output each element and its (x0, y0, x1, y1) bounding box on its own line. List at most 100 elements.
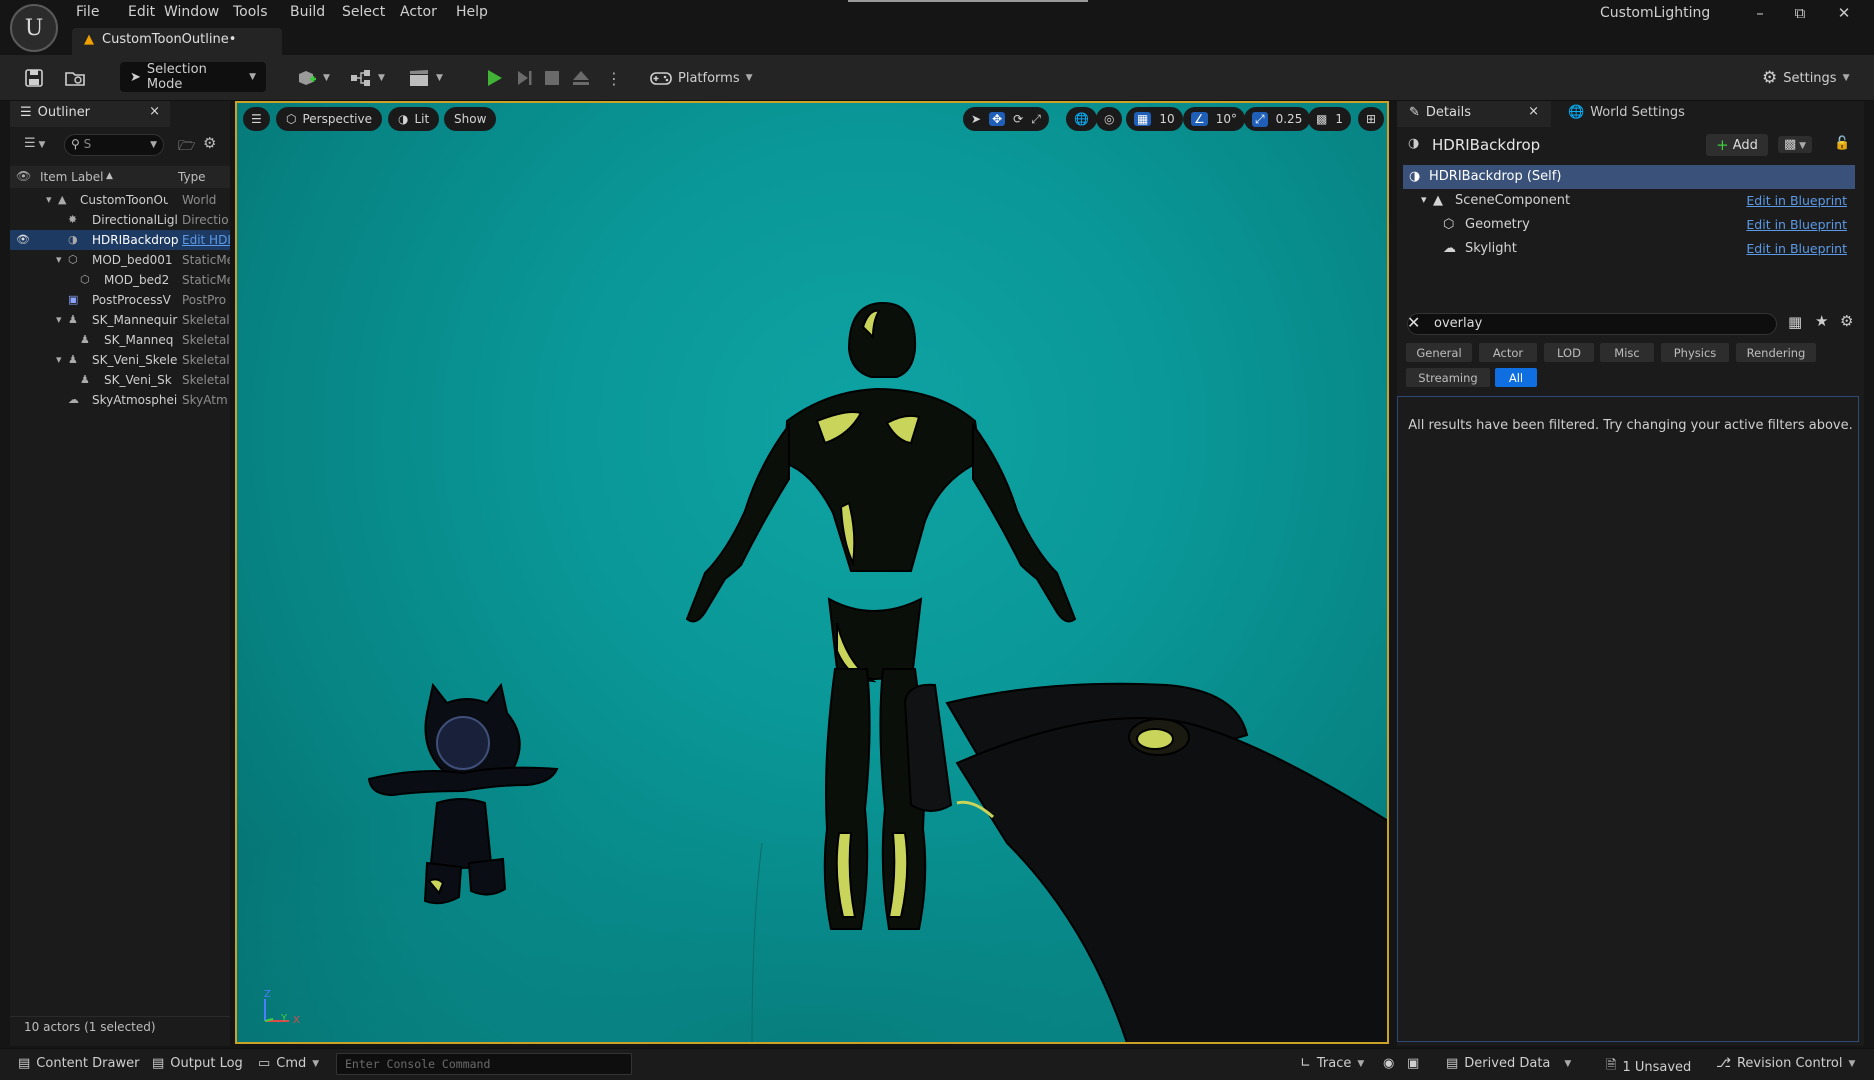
record-icon[interactable]: ◉ (1383, 1056, 1394, 1071)
cmd-dropdown[interactable]: ▭ Cmd ▼ (258, 1056, 319, 1071)
menu-build[interactable]: Build (282, 2, 333, 22)
unreal-logo-icon[interactable]: U (10, 4, 58, 52)
outliner-settings-icon[interactable]: ⚙ (203, 134, 216, 152)
camera-speed-control[interactable]: ▩ 1 (1308, 107, 1351, 131)
visibility-icon[interactable]: 👁 (16, 233, 30, 246)
selection-mode-dropdown[interactable]: ➤ Selection Mode ▼ (120, 62, 266, 92)
menu-window[interactable]: Window (156, 2, 227, 22)
menu-select[interactable]: Select (334, 2, 393, 22)
close-icon[interactable]: × (149, 104, 160, 119)
outliner-row[interactable]: ♟ SK_Manneq Skeletal (10, 330, 230, 350)
table-view-icon[interactable]: ▦ (1788, 313, 1802, 331)
component-row[interactable]: ▾ ▲ SceneComponent Edit in Blueprint (1403, 189, 1855, 213)
add-component-button[interactable]: + Add (1706, 134, 1768, 156)
details-settings-icon[interactable]: ⚙ (1840, 312, 1853, 330)
outliner-tab[interactable]: ☰ Outliner × (10, 101, 170, 127)
world-local-toggle[interactable]: 🌐 (1066, 107, 1097, 131)
blueprints-icon[interactable]: ▼ (350, 64, 385, 92)
document-tab[interactable]: ▲ CustomToonOutline• (72, 28, 282, 55)
trace-dropdown[interactable]: ∟ Trace ▼ (1300, 1056, 1364, 1071)
outliner-row-label: MOD_bed2 (104, 273, 170, 287)
derived-data-dropdown[interactable]: ▤ Derived Data ▼ (1446, 1056, 1571, 1071)
blueprint-options-button[interactable]: ▩ ▼ (1778, 136, 1813, 153)
filter-chip-lod[interactable]: LOD (1544, 343, 1594, 362)
filter-chip-all[interactable]: All (1495, 368, 1537, 387)
edit-in-blueprint-link[interactable]: Edit in Blueprint (1746, 193, 1847, 208)
outliner-search-input[interactable]: ⚲ S ▼ (64, 134, 164, 156)
select-tool-icon[interactable]: ➤ (971, 112, 981, 126)
outliner-row[interactable]: ✸ DirectionalLigl Directio (10, 210, 230, 230)
menu-tools[interactable]: Tools (225, 2, 276, 22)
filter-chip-streaming[interactable]: Streaming (1406, 368, 1490, 387)
scale-tool-icon[interactable]: ⤢ (1031, 112, 1041, 127)
viewport-layout-button[interactable]: ⊞ (1358, 107, 1385, 131)
outliner-row-selected[interactable]: 👁 ◑ HDRIBackdrop Edit HDI (10, 230, 230, 250)
outliner-row[interactable]: ▾ ♟ SK_Mannequir Skeletal (10, 310, 230, 330)
edit-in-blueprint-link[interactable]: Edit in Blueprint (1746, 241, 1847, 256)
add-folder-icon[interactable]: 🗁 (178, 135, 195, 159)
menu-file[interactable]: File (68, 2, 107, 22)
platforms-dropdown[interactable]: Platforms ▼ (650, 64, 753, 92)
clear-search-icon[interactable]: ✕ (1407, 313, 1420, 332)
outliner-row[interactable]: ▾ ▲ CustomToonOut World (10, 190, 230, 210)
close-window-button[interactable]: ✕ (1825, 0, 1863, 26)
menu-help[interactable]: Help (448, 2, 496, 22)
play-options-icon[interactable]: ⋮ (606, 64, 622, 92)
world-settings-tab[interactable]: 🌐 World Settings (1560, 101, 1700, 127)
component-row[interactable]: ☁ Skylight Edit in Blueprint (1403, 237, 1855, 261)
visibility-icon[interactable]: 👁 (16, 169, 31, 183)
grid-snap-control[interactable]: ▦ 10 (1126, 107, 1183, 131)
surface-snap-toggle[interactable]: ◎ (1096, 107, 1123, 131)
unsaved-button[interactable]: 🗎 1 Unsaved (1606, 1056, 1691, 1078)
filter-chip-misc[interactable]: Misc (1600, 343, 1654, 362)
filter-chip-rendering[interactable]: Rendering (1736, 343, 1816, 362)
cinematics-icon[interactable]: ▼ (408, 64, 443, 92)
rotate-tool-icon[interactable]: ⟳ (1013, 112, 1023, 126)
details-tab[interactable]: ✎ Details × (1397, 101, 1551, 127)
save-icon[interactable] (24, 64, 44, 92)
step-icon[interactable] (514, 64, 534, 92)
filter-chip-actor[interactable]: Actor (1479, 343, 1537, 362)
quick-add-icon[interactable]: ▼ (295, 64, 330, 92)
outliner-row[interactable]: ▾ ♟ SK_Veni_Skele Skeletal (10, 350, 230, 370)
filter-chip-physics[interactable]: Physics (1661, 343, 1729, 362)
outliner-row[interactable]: ▾ ⬡ MOD_bed001 StaticMe (10, 250, 230, 270)
lock-icon[interactable]: 🔓 (1834, 136, 1850, 151)
viewport-menu-button[interactable]: ☰ (243, 107, 270, 131)
details-search-input[interactable]: overlay (1407, 313, 1777, 335)
lit-button[interactable]: ◑ Lit (388, 107, 440, 131)
level-viewport[interactable]: Z Y X (235, 101, 1389, 1044)
rotation-snap-control[interactable]: ∠ 10° (1183, 107, 1246, 131)
close-icon[interactable]: × (1528, 104, 1539, 119)
show-button[interactable]: Show (444, 107, 497, 131)
revision-control-dropdown[interactable]: ⎇ Revision Control ▼ (1716, 1056, 1855, 1071)
component-row-self[interactable]: ◑ HDRIBackdrop (Self) (1403, 165, 1855, 189)
outliner-row-type[interactable]: Edit HDI (182, 233, 230, 247)
column-type[interactable]: Type (178, 170, 206, 184)
browse-content-icon[interactable] (64, 64, 86, 92)
stop-icon[interactable] (543, 64, 561, 92)
scale-snap-control[interactable]: ⤢ 0.25 (1244, 107, 1311, 131)
output-log-button[interactable]: ▤ Output Log (152, 1056, 243, 1071)
settings-dropdown[interactable]: ⚙ Settings ▼ (1762, 64, 1850, 92)
maximize-button[interactable]: ⧉ (1781, 0, 1819, 26)
play-icon[interactable] (484, 64, 504, 92)
outliner-row[interactable]: ⬡ MOD_bed2 StaticMe (10, 270, 230, 290)
minimize-button[interactable]: – (1741, 0, 1779, 26)
favorites-star-icon[interactable]: ★ (1815, 312, 1828, 330)
column-item-label[interactable]: Item Label (40, 170, 104, 184)
edit-in-blueprint-link[interactable]: Edit in Blueprint (1746, 217, 1847, 232)
move-tool-icon[interactable]: ✥ (989, 112, 1006, 126)
eject-icon[interactable] (571, 64, 591, 92)
outliner-row[interactable]: ▣ PostProcessV PostPro (10, 290, 230, 310)
component-row[interactable]: ⬡ Geometry Edit in Blueprint (1403, 213, 1855, 237)
menu-actor[interactable]: Actor (392, 2, 445, 22)
content-drawer-button[interactable]: ▤ Content Drawer (18, 1056, 139, 1071)
outliner-row[interactable]: ☁ SkyAtmosphei SkyAtm (10, 390, 230, 410)
outliner-row[interactable]: ♟ SK_Veni_Sk Skeletal (10, 370, 230, 390)
filter-chip-general[interactable]: General (1406, 343, 1472, 362)
perspective-button[interactable]: ⬡ Perspective (276, 107, 382, 131)
snapshot-icon[interactable]: ▣ (1407, 1056, 1419, 1071)
filter-icon[interactable]: ☰ ▼ (24, 136, 45, 151)
console-command-input[interactable]: Enter Console Command (336, 1053, 632, 1075)
